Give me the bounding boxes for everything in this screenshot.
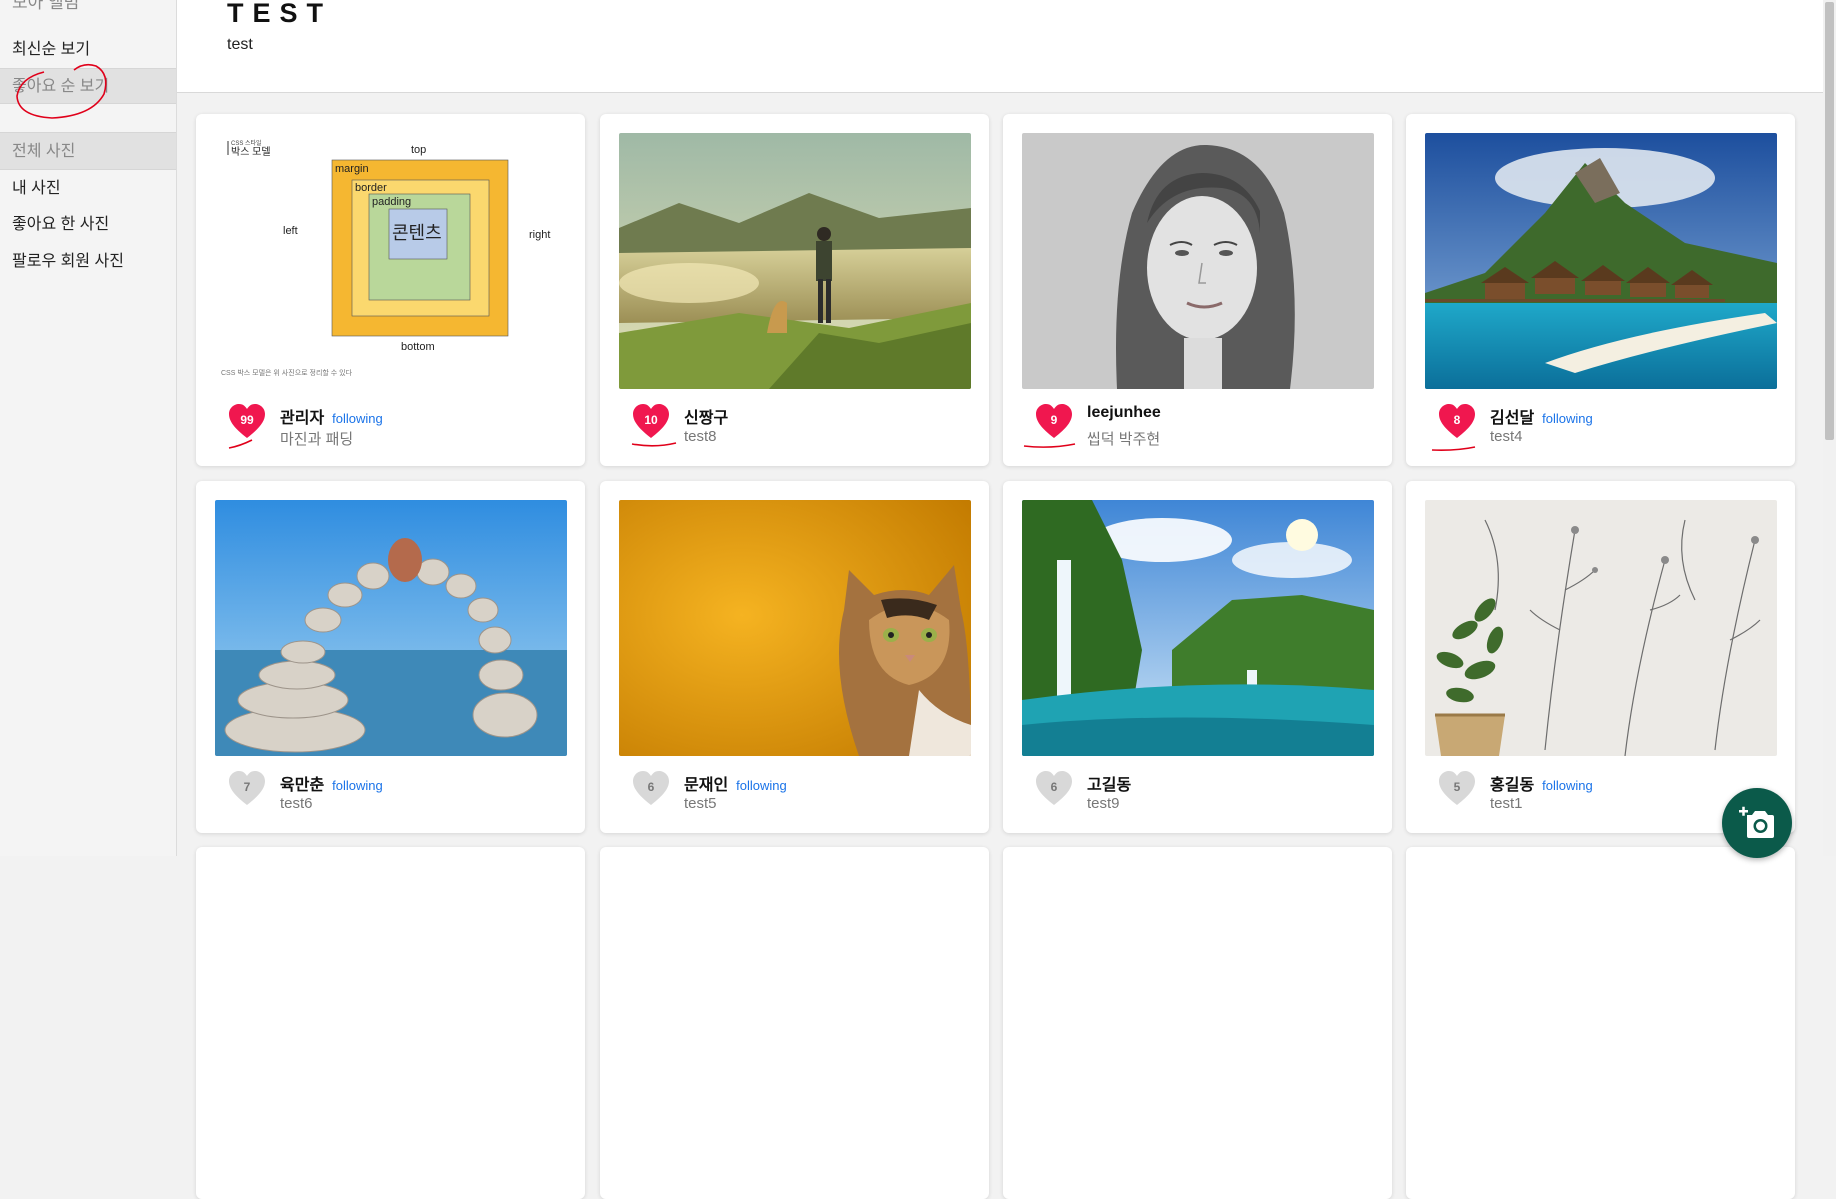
like-count: 5 (1453, 780, 1461, 794)
post-author[interactable]: 육만춘 following (280, 771, 383, 795)
page-scrollbar[interactable] (1823, 0, 1836, 856)
author-name[interactable]: 고길동 (1087, 777, 1131, 794)
photo-card[interactable]: 8 김선달 following test4 (1406, 114, 1795, 466)
label-content: 콘텐츠 (392, 223, 442, 243)
author-name[interactable]: 신짱구 (684, 410, 728, 427)
scrollbar-thumb[interactable] (1825, 2, 1834, 440)
post-author[interactable]: leejunhee (1087, 404, 1169, 422)
label-padding: padding (372, 196, 411, 208)
add-photo-icon (1739, 806, 1774, 838)
author-name[interactable]: leejunhee (1087, 404, 1161, 421)
waterfall-image (1022, 500, 1374, 756)
author-name[interactable]: 홍길동 (1490, 777, 1534, 794)
sidebar: 모아 앨범 최신순 보기 좋아요 순 보기 전체 사진 내 사진 좋아요 한 사… (0, 0, 177, 856)
author-name[interactable]: 문재인 (684, 777, 728, 794)
post-caption: test8 (684, 428, 717, 445)
like-button[interactable]: 8 (1438, 404, 1476, 440)
like-button[interactable]: 10 (632, 404, 670, 440)
post-author[interactable]: 고길동 (1087, 771, 1139, 795)
photo-card[interactable]: 10 신짱구 test8 (600, 114, 989, 466)
photo-botanical-wall[interactable] (1425, 500, 1777, 756)
author-name[interactable]: 김선달 (1490, 410, 1534, 427)
following-badge[interactable]: following (332, 411, 383, 426)
like-count: 9 (1050, 413, 1058, 427)
author-name[interactable]: 육만춘 (280, 777, 324, 794)
label-left: left (283, 225, 298, 237)
stone-arch-image (215, 500, 567, 756)
photo-cat[interactable] (619, 500, 971, 756)
author-name[interactable]: 관리자 (280, 410, 324, 427)
photo-pencil-portrait[interactable] (1022, 133, 1374, 389)
upload-photo-button[interactable] (1722, 788, 1792, 858)
label-bottom: bottom (401, 341, 435, 353)
like-button[interactable]: 6 (632, 771, 670, 807)
sidebar-item-my-photos[interactable]: 내 사진 (0, 171, 176, 207)
like-button[interactable]: 7 (228, 771, 266, 807)
like-count: 6 (1050, 780, 1058, 794)
like-button[interactable]: 99 (228, 404, 266, 440)
photo-card[interactable]: 5 홍길동 following test1 (1406, 481, 1795, 833)
photo-box-model-diagram[interactable]: CSS 스타일 박스 모델 top margin border padding … (215, 133, 567, 389)
photo-card[interactable]: 6 문재인 following test5 (600, 481, 989, 833)
post-author[interactable]: 김선달 following (1490, 404, 1593, 428)
like-count: 99 (240, 413, 254, 427)
post-author[interactable]: 관리자 following (280, 404, 383, 428)
photo-tropical-island[interactable] (1425, 133, 1777, 389)
like-count: 8 (1453, 413, 1461, 427)
photo-hiker-with-dog[interactable] (619, 133, 971, 389)
photo-card[interactable]: 9 leejunhee 씹덕 박주현 (1003, 114, 1392, 466)
brand-subtitle: test (227, 36, 253, 53)
post-caption: test5 (684, 795, 717, 812)
following-badge[interactable]: following (1542, 411, 1593, 426)
like-button[interactable]: 9 (1035, 404, 1073, 440)
photo-card[interactable] (600, 847, 989, 1199)
post-caption: test6 (280, 795, 313, 812)
pencil-portrait-image (1022, 133, 1374, 389)
post-caption: test9 (1087, 795, 1120, 812)
sidebar-item-sort-likes[interactable]: 좋아요 순 보기 (0, 68, 176, 104)
post-caption: test4 (1490, 428, 1523, 445)
sidebar-item-latest[interactable]: 최신순 보기 (0, 32, 176, 68)
photo-card[interactable]: CSS 스타일 박스 모델 top margin border padding … (196, 114, 585, 466)
label-margin: margin (335, 163, 369, 175)
box-model-diagram: CSS 스타일 박스 모델 top margin border padding … (215, 133, 567, 389)
cat-image (619, 500, 971, 756)
sidebar-title: 모아 앨범 (12, 0, 80, 12)
label-top: top (411, 144, 426, 156)
following-badge[interactable]: following (332, 778, 383, 793)
like-count: 6 (647, 780, 655, 794)
post-author[interactable]: 신짱구 (684, 404, 736, 428)
like-button[interactable]: 5 (1438, 771, 1476, 807)
photo-stone-arch[interactable] (215, 500, 567, 756)
like-button[interactable]: 6 (1035, 771, 1073, 807)
box-model-tag: CSS 스타일 (231, 139, 262, 147)
following-badge[interactable]: following (1542, 778, 1593, 793)
label-border: border (355, 182, 387, 194)
like-count: 10 (644, 413, 658, 427)
photo-waterfall[interactable] (1022, 500, 1374, 756)
hiker-landscape-image (619, 133, 971, 389)
photo-card[interactable] (196, 847, 585, 1199)
tropical-island-image (1425, 133, 1777, 389)
photo-card[interactable]: 7 육만춘 following test6 (196, 481, 585, 833)
brand-title[interactable]: TEST (227, 0, 332, 29)
post-author[interactable]: 문재인 following (684, 771, 787, 795)
botanical-wall-image (1425, 500, 1777, 756)
photo-card[interactable]: 6 고길동 test9 (1003, 481, 1392, 833)
sidebar-item-following-photos[interactable]: 팔로우 회원 사진 (0, 244, 176, 280)
following-badge[interactable]: following (736, 778, 787, 793)
photo-card[interactable] (1003, 847, 1392, 1199)
sidebar-item-liked-photos[interactable]: 좋아요 한 사진 (0, 207, 176, 243)
post-caption: 마진과 패딩 (280, 431, 354, 448)
box-model-title: 박스 모델 (231, 146, 271, 158)
box-model-note: CSS 박스 모델은 위 사진으로 정리할 수 있다 (221, 368, 353, 377)
page-header: TEST test (177, 0, 1823, 93)
post-author[interactable]: 홍길동 following (1490, 771, 1593, 795)
post-caption: 씹덕 박주현 (1087, 431, 1161, 448)
photo-card[interactable] (1406, 847, 1795, 1199)
sidebar-section-all-photos[interactable]: 전체 사진 (0, 132, 176, 170)
like-count: 7 (243, 780, 251, 794)
label-right: right (529, 229, 550, 241)
post-caption: test1 (1490, 795, 1523, 812)
